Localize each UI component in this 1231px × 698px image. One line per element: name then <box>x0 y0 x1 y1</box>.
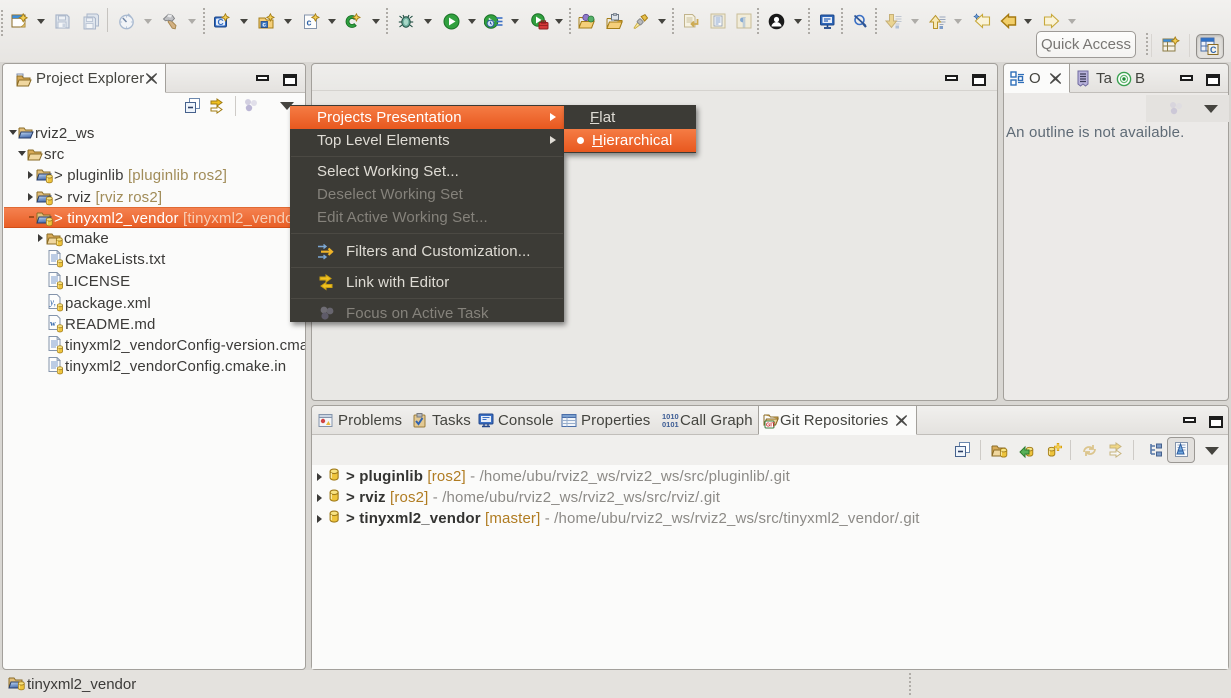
svg-text:c: c <box>262 22 266 29</box>
svg-text:w: w <box>50 319 56 328</box>
svg-text:C: C <box>218 17 224 27</box>
svg-text:¶: ¶ <box>740 14 746 29</box>
svg-text:c: c <box>307 18 312 28</box>
svg-text:GIT: GIT <box>766 423 776 429</box>
svg-text:y,: y, <box>49 297 56 307</box>
svg-text:C: C <box>1210 45 1217 55</box>
